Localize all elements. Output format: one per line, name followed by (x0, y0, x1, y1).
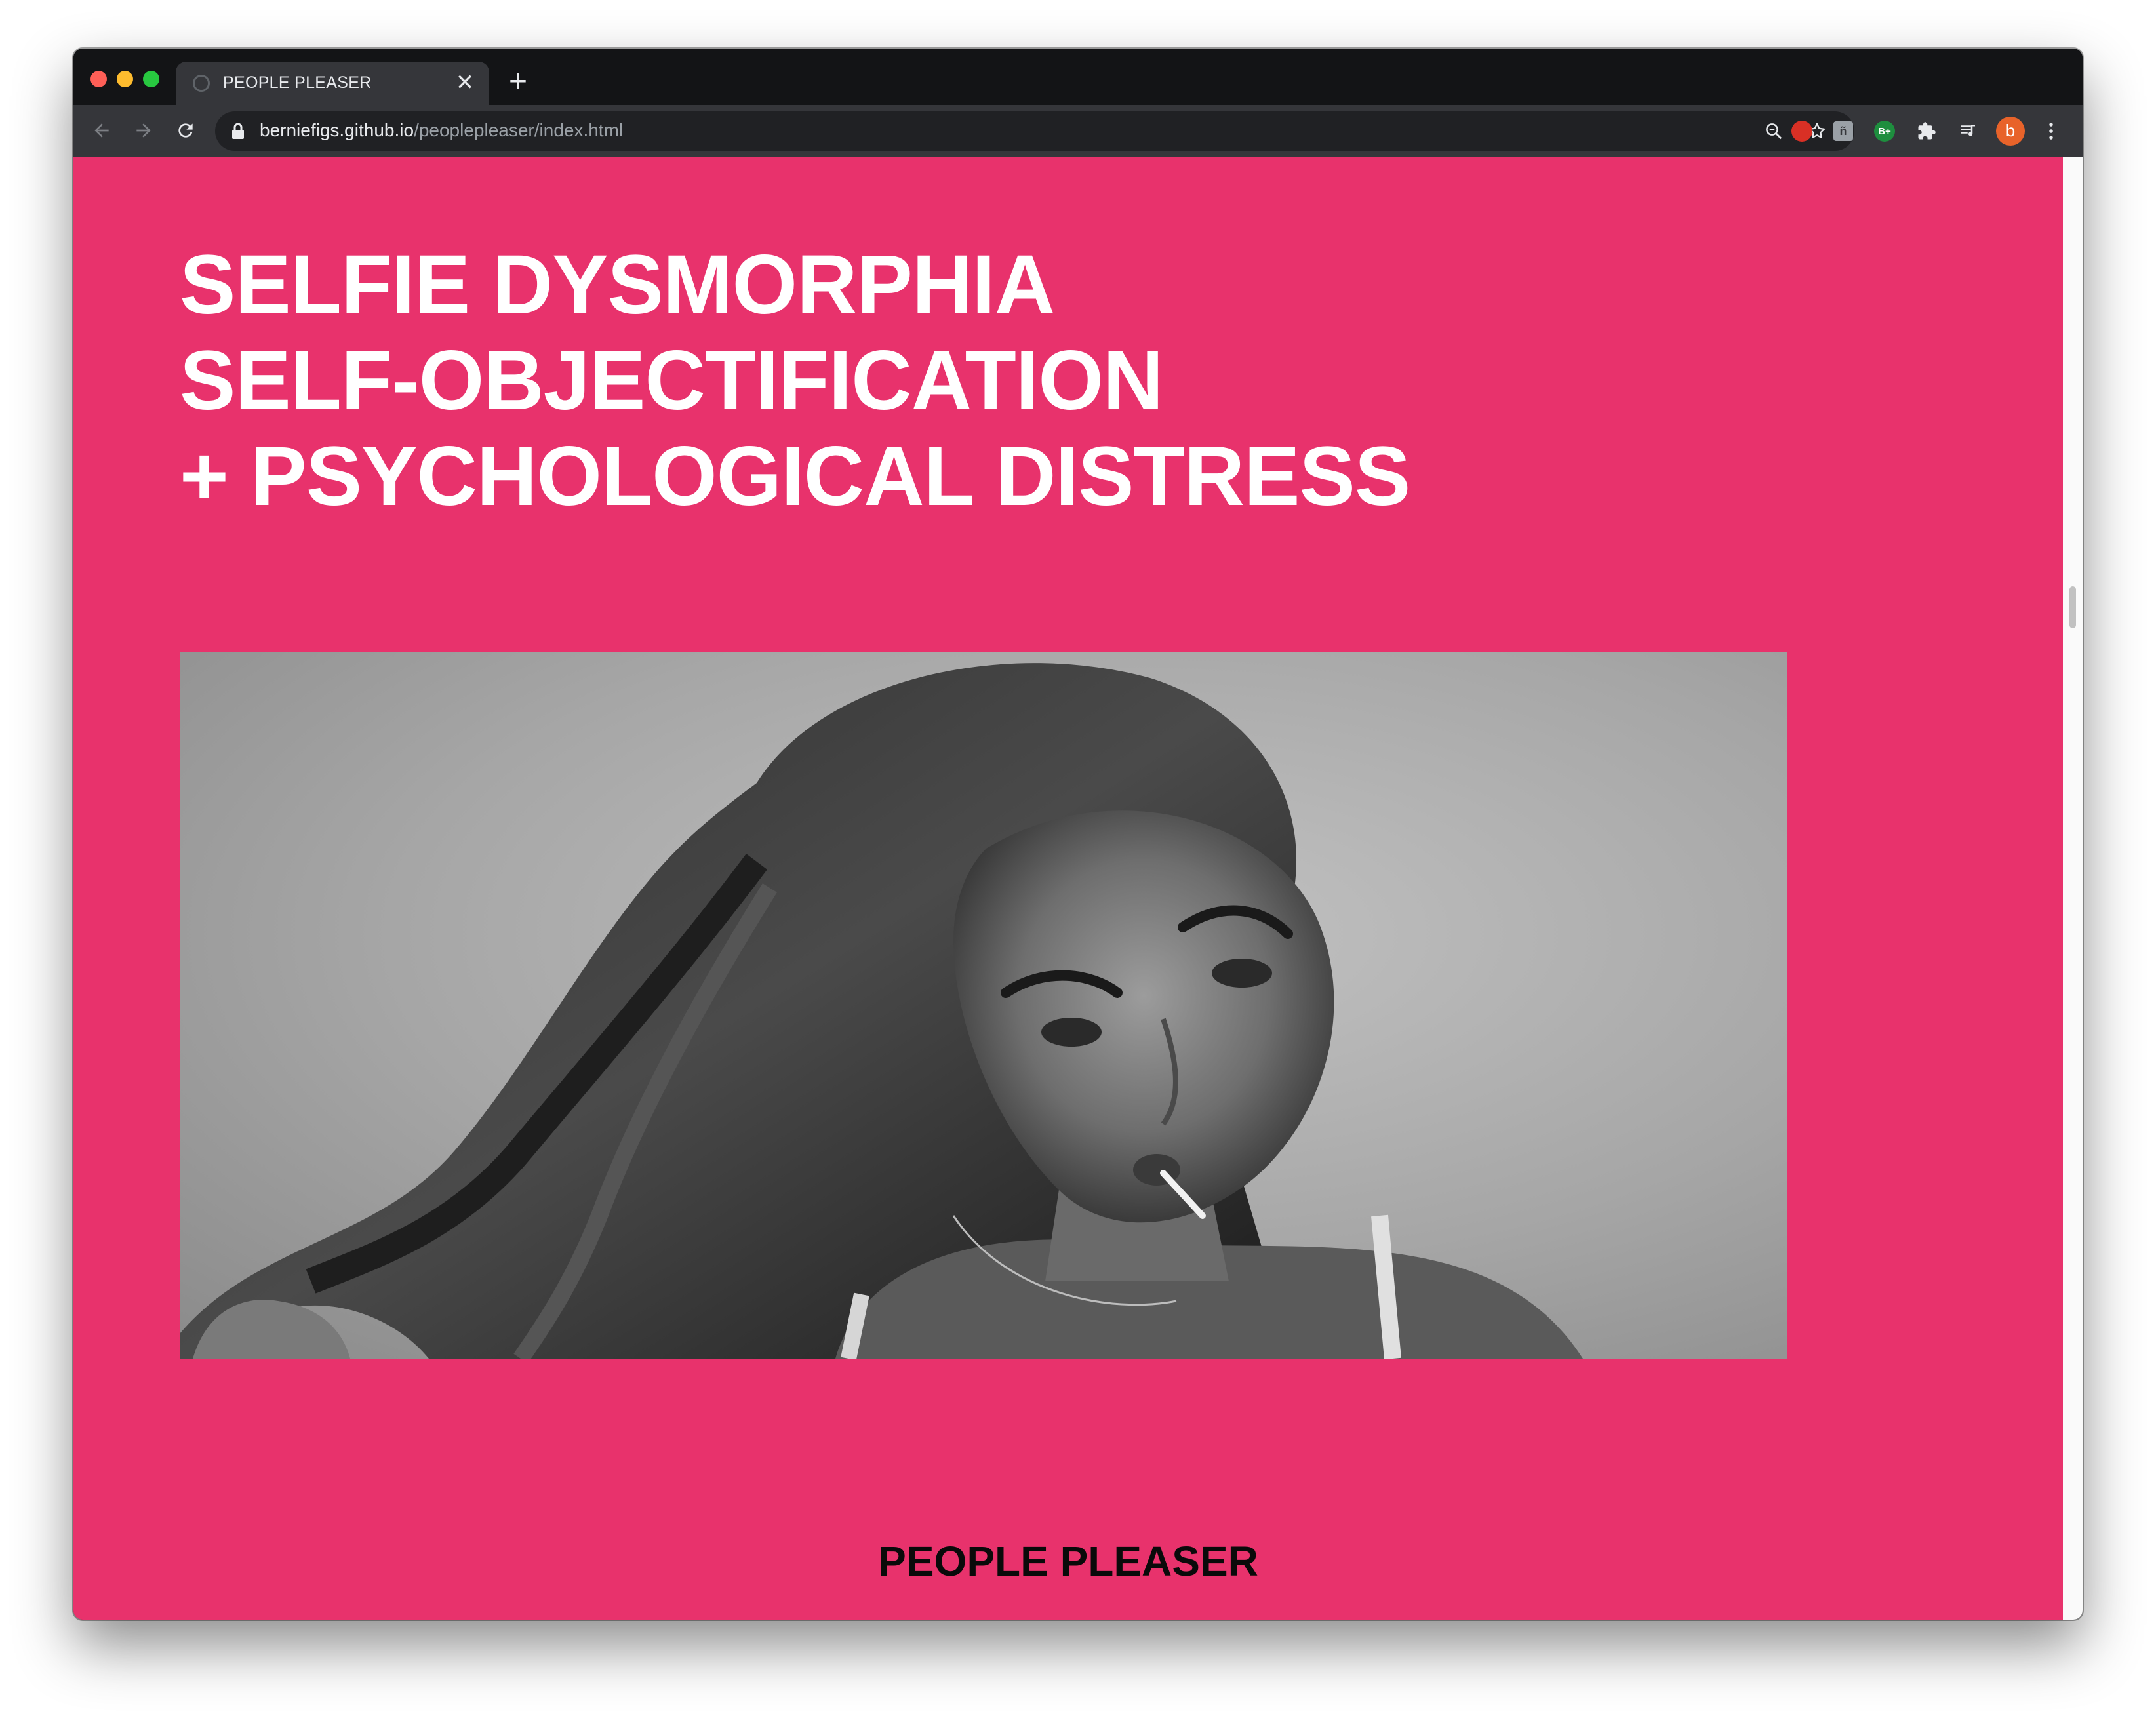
scrollbar[interactable] (2063, 157, 2083, 1620)
new-tab-button[interactable]: + (500, 64, 536, 101)
back-button[interactable] (85, 114, 118, 147)
url-host: berniefigs.github.io (260, 120, 414, 140)
extensions-puzzle-icon[interactable] (1913, 118, 1940, 144)
tab-active[interactable]: PEOPLE PLEASER ✕ (176, 62, 489, 105)
tab-close-icon[interactable]: ✕ (452, 70, 477, 95)
profile-avatar[interactable]: b (1996, 117, 2025, 146)
media-controls-icon[interactable] (1955, 118, 1982, 144)
lock-icon[interactable] (231, 122, 245, 144)
tab-title: PEOPLE PLEASER (223, 73, 372, 92)
headline-line-2: SELF-OBJECTIFICATION (180, 334, 1163, 428)
address-bar[interactable]: berniefigs.github.io/peoplepleaser/index… (215, 111, 1854, 151)
arrow-right-icon (136, 123, 151, 138)
reload-icon (178, 123, 193, 138)
browser-window: PEOPLE PLEASER ✕ + berniefigs.github.io/… (73, 49, 2083, 1620)
reload-button[interactable] (169, 114, 202, 147)
portrait-photo (180, 652, 1787, 1359)
favicon-icon (193, 75, 210, 92)
headline-line-3: + PSYCHOLOGICAL DISTRESS (180, 429, 1410, 523)
more-menu-icon[interactable] (2037, 117, 2066, 146)
headline: SELFIE DYSMORPHIA SELF-OBJECTIFICATION +… (180, 237, 1410, 525)
zoom-window-button[interactable] (143, 71, 159, 87)
zoom-icon[interactable] (1763, 120, 1785, 142)
page-content: SELFIE DYSMORPHIA SELF-OBJECTIFICATION +… (73, 157, 2063, 1620)
arrow-left-icon (94, 123, 109, 138)
tab-strip: PEOPLE PLEASER ✕ + (73, 49, 2083, 105)
forward-button[interactable] (127, 114, 160, 147)
blocker-extension-icon[interactable] (1789, 118, 1815, 144)
reader-extension-icon[interactable]: ñ (1830, 118, 1856, 144)
scrollbar-thumb[interactable] (2069, 586, 2076, 628)
footer-logo[interactable]: PEOPLE PLEASER (73, 1537, 2063, 1586)
minimize-window-button[interactable] (117, 71, 133, 87)
grade-extension-icon[interactable]: B+ (1871, 118, 1898, 144)
url-path: /peoplepleaser/index.html (414, 120, 624, 140)
browser-toolbar: berniefigs.github.io/peoplepleaser/index… (73, 105, 2083, 157)
close-window-button[interactable] (90, 71, 107, 87)
headline-line-1: SELFIE DYSMORPHIA (180, 238, 1055, 332)
url-text[interactable]: berniefigs.github.io/peoplepleaser/index… (260, 120, 623, 141)
